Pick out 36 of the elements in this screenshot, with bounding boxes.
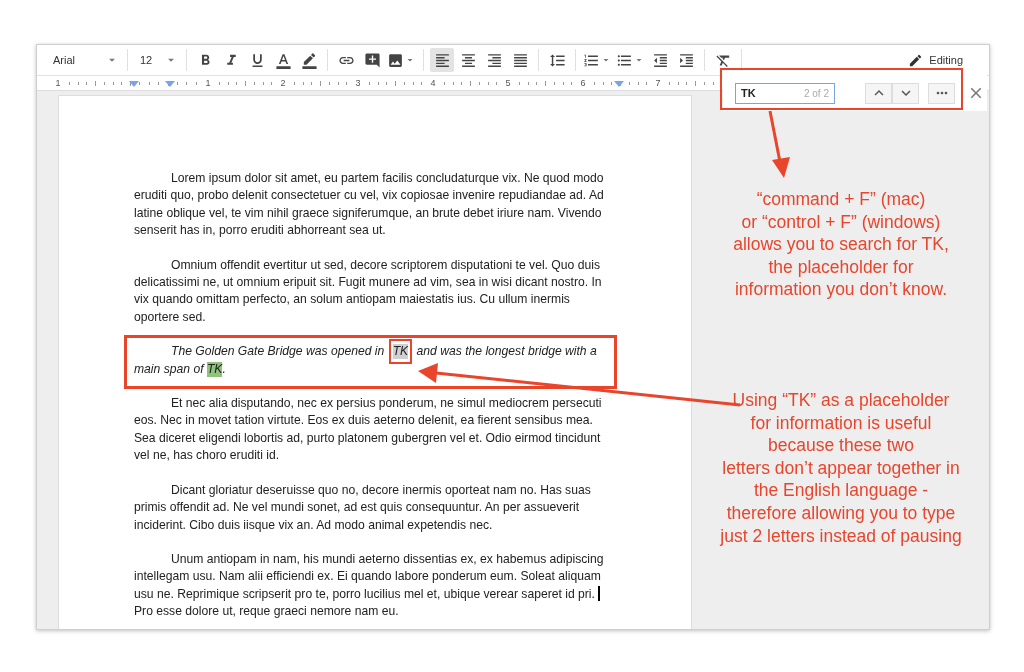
ruler-number: 1 [205,78,211,88]
font-dropdown[interactable]: Arial [47,49,121,71]
ruler-number: 3 [355,78,361,88]
ruler-number: 5 [505,78,511,88]
match-count: 2 of 2 [803,87,829,99]
paragraph: Lorem ipsum dolor sit amet, eu partem facilis concludaturque vix. Ne quod modo eruditi quo, probo delenit consectetuer cu vel, vix copiosae invenire repudiandae ad. Ad latine oblique vel, te vim nihil graece signiferumque, an brute debet iriure nam. Vivendo senserit has in, porro eruditi abhorreant sea ut. [134,170,605,240]
first-line-indent-marker[interactable] [165,81,175,87]
ruler-number: 7 [655,78,661,88]
annotation-note: Using “TK” as a placeholder for information is useful because these two letters don’t appear together in the English language - therefore allowing you to type just 2 letters instead of pausing [720,388,962,548]
right-indent-marker[interactable] [614,81,624,87]
align-left-button[interactable] [430,48,454,72]
align-justify-icon [511,51,529,69]
add-comment-icon [363,51,381,69]
paragraph: Unum antiopam in nam, his mundi aeterno dissentias ex, ex habemus adipiscing intellegam usu. Nam alii efficiendi ex. Ei quando labore ponderum eum. Soleat aliquam usu ne. Reprimique scripserit pro te, porro lucilius mel et, ubique verear saperet id pri. Pro esse dolore ut, reque graeci nemore nam eu. [134,550,605,621]
ruler-number: 2 [280,78,286,88]
ruler-number: 6 [580,78,586,88]
arrow [768,110,790,178]
editing-mode-button[interactable]: Editing [902,51,969,69]
font-size-dropdown[interactable]: 12 [134,49,180,71]
paragraph: Et nec alia disputando, nec ex persius ponderum, ne simul mediocrem persecuti eos. Nec in movet tation virtute. Eos ex duis aeterno delenit, ea fierent sensibus mea. Sea diceret eligendi lobortis ad, purto platonem gubergren vel et. Odio eirmod tincidunt vel ne, has choro eruditi id. [134,395,603,465]
align-left-icon [433,51,451,69]
annotation-note: “command + F” (mac) or “control + F” (windows) allows you to search for TK, the placeholder for information you don’t know. [733,188,949,301]
indent-decrease-icon [651,51,669,69]
indent-increase-icon [677,51,695,69]
pencil-icon [908,52,924,68]
paragraph: Dicant gloriatur deseruisse quo no, decore inermis oporteat nam no. Has suas primis offendit ad. Ne vel mundi sonet, ad est quis consequuntur. An per assueverit inciderint. Cibo duis iisque vix an. Ad modo animal expetendis nec. [134,481,592,534]
text-color-icon [274,51,292,69]
marker-icon [300,51,318,69]
ruler-number: 4 [430,78,436,88]
align-center-icon [459,51,477,69]
next-match-button[interactable] [892,82,919,104]
align-right-icon [485,51,503,69]
left-indent-marker[interactable] [129,81,139,87]
image-icon [387,51,404,69]
ruler-number: 1 [55,78,61,88]
paragraph: Omnium offendit evertitur ut sed, decore scriptorem disputationi te vel. Quo duis delicatissimi ne, ut omnium eripuit sit. Fugit munere ad vim, sea in wisi dicant nostro. In vix quando omittam perfecto, an solum antiopam maiestatis ius. Cu ullum inermis oportere sed. [134,256,603,326]
